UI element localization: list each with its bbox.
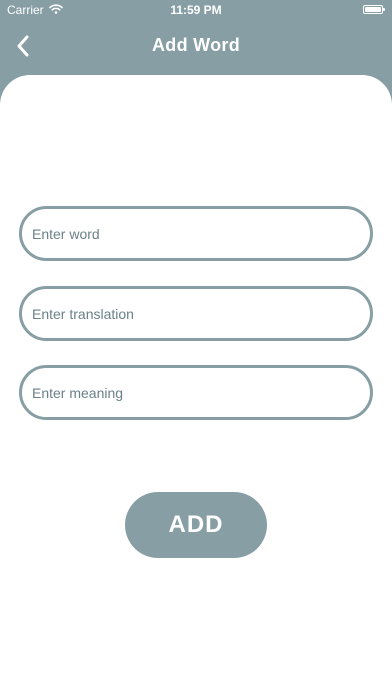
nav-bar: Add Word [0,26,392,66]
form-card: ADD [0,75,392,696]
page-title: Add Word [151,35,241,55]
word-input[interactable] [19,206,373,261]
battery-icon [363,5,385,14]
meaning-input[interactable] [19,365,373,420]
status-time: 11:59 PM [170,3,222,17]
translation-input[interactable] [19,286,373,341]
battery-fill [365,7,381,12]
add-word-screen: Carrier 11:59 PM Add Word ADD [0,0,392,696]
status-bar: Carrier 11:59 PM [0,0,392,20]
add-button[interactable]: ADD [125,492,267,558]
